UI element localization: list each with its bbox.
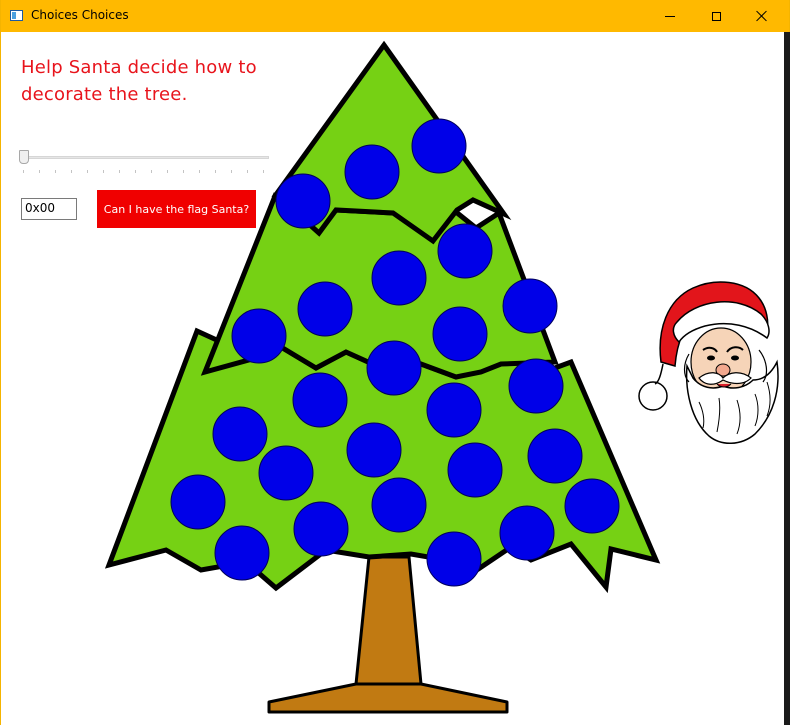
ornament[interactable] <box>502 278 558 334</box>
slider-track[interactable] <box>19 156 269 159</box>
app-window: Choices Choices Help Santa decide how to… <box>0 0 790 725</box>
close-button[interactable] <box>739 0 785 32</box>
window-edge <box>784 32 790 725</box>
ornament[interactable] <box>371 250 427 306</box>
close-icon <box>756 10 768 22</box>
ornament[interactable] <box>411 118 467 174</box>
minimize-icon <box>665 15 675 17</box>
slider-thumb[interactable] <box>19 150 29 164</box>
ornament[interactable] <box>447 442 503 498</box>
ornament[interactable] <box>508 358 564 414</box>
ornament[interactable] <box>426 382 482 438</box>
title-bar[interactable]: Choices Choices <box>1 0 789 32</box>
ornament[interactable] <box>212 406 268 462</box>
santa-image <box>638 281 779 444</box>
slider-ticks <box>23 170 269 174</box>
ornament[interactable] <box>527 428 583 484</box>
ornament[interactable] <box>275 173 331 229</box>
flag-button[interactable]: Can I have the flag Santa? <box>97 190 256 228</box>
page-heading: Help Santa decide how to decorate the tr… <box>21 57 257 105</box>
minimize-button[interactable] <box>647 0 693 32</box>
ornament[interactable] <box>293 501 349 557</box>
ornament[interactable] <box>564 478 620 534</box>
maximize-button[interactable] <box>693 0 739 32</box>
client-area: Help Santa decide how to decorate the tr… <box>1 32 789 725</box>
value-field[interactable]: 0x00 <box>21 198 77 220</box>
ornament[interactable] <box>258 445 314 501</box>
ornament[interactable] <box>346 422 402 478</box>
ornament[interactable] <box>231 308 287 364</box>
window-title: Choices Choices <box>31 8 129 22</box>
tree-trunk <box>354 555 423 686</box>
ornament[interactable] <box>292 372 348 428</box>
ornament[interactable] <box>371 477 427 533</box>
ornament[interactable] <box>344 144 400 200</box>
ornament[interactable] <box>437 223 493 279</box>
decoration-slider[interactable] <box>19 148 269 174</box>
ornament[interactable] <box>297 281 353 337</box>
ornament[interactable] <box>214 525 270 581</box>
ornament[interactable] <box>432 306 488 362</box>
ornament[interactable] <box>426 531 482 587</box>
ornament[interactable] <box>170 474 226 530</box>
maximize-icon <box>711 11 721 21</box>
app-icon <box>10 10 23 21</box>
tree-base <box>267 682 509 714</box>
ornament[interactable] <box>499 505 555 561</box>
santa-hat-pompom <box>638 381 668 411</box>
ornament[interactable] <box>366 340 422 396</box>
